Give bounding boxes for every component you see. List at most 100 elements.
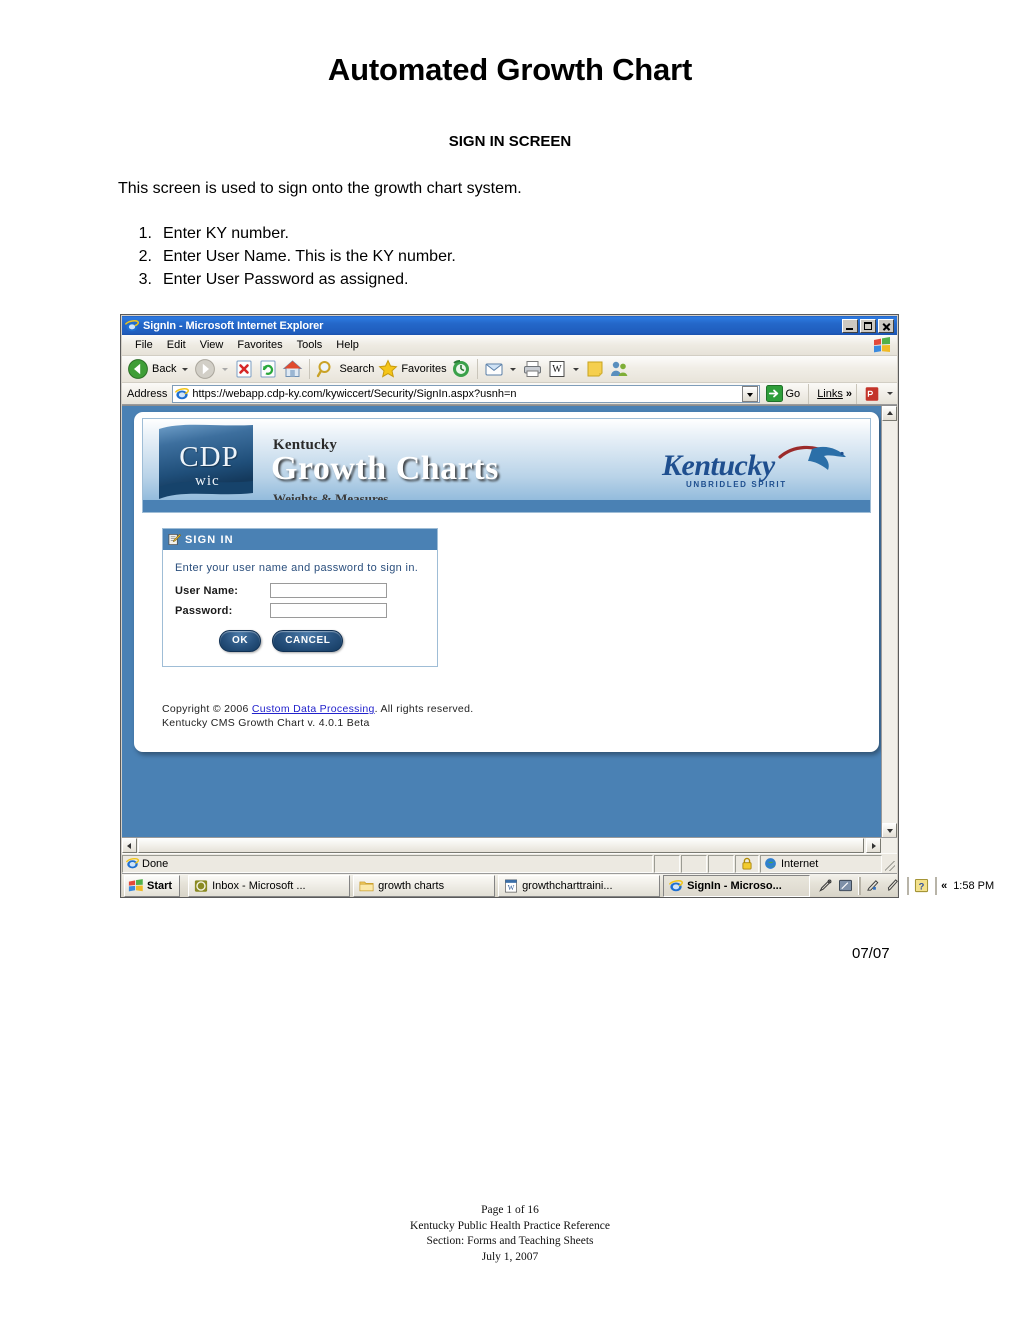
pdf-dropdown-caret[interactable] — [887, 392, 893, 395]
menu-item-edit[interactable]: Edit — [160, 338, 193, 352]
windows-taskbar: Start Inbox - Microsoft ... growth chart… — [122, 873, 994, 897]
refresh-button[interactable] — [256, 357, 280, 381]
list-item-label: Enter User Name. This is the KY number. — [163, 248, 456, 265]
resize-grip[interactable] — [883, 855, 897, 873]
history-button[interactable] — [449, 357, 473, 381]
status-cell-1 — [654, 854, 680, 873]
taskbar-item-growthcharttraining[interactable]: W growthcharttraini... — [498, 874, 661, 897]
pdf-toolbar-icon[interactable] — [861, 382, 883, 406]
intro-paragraph: This screen is used to sign onto the gro… — [118, 180, 522, 197]
notes-button[interactable] — [583, 357, 607, 381]
favorites-button[interactable]: Favorites — [376, 357, 448, 381]
tray-expand-chevron-icon[interactable]: « — [941, 880, 947, 892]
status-bar: Done Internet — [122, 853, 897, 873]
security-zone-cell[interactable]: Internet — [760, 854, 882, 873]
user-name-input[interactable] — [270, 583, 387, 598]
go-button-label: Go — [785, 387, 801, 400]
toolbar-separator — [476, 359, 478, 379]
windows-flag-icon — [871, 336, 893, 355]
list-item: 2. Enter User Name. This is the KY number… — [118, 245, 456, 268]
address-bar: Address https://webapp.cdp-ky.com/kywicc… — [122, 383, 897, 405]
favorites-button-label: Favorites — [401, 363, 447, 375]
scroll-up-arrow-icon[interactable] — [882, 406, 897, 421]
vertical-scrollbar[interactable] — [881, 406, 897, 837]
search-button[interactable]: Search — [314, 357, 376, 381]
list-item-number: 3. — [138, 271, 152, 288]
kentucky-logo-text: Kentucky — [662, 449, 775, 482]
print-button[interactable] — [520, 357, 545, 381]
scroll-down-arrow-icon[interactable] — [882, 823, 897, 837]
go-button[interactable]: Go — [765, 385, 801, 402]
list-item-label: Enter KY number. — [163, 225, 289, 242]
menu-item-file[interactable]: File — [128, 338, 160, 352]
back-dropdown-caret[interactable] — [182, 367, 189, 371]
mail-dropdown-caret[interactable] — [509, 367, 516, 371]
list-item: 1. Enter KY number. — [118, 222, 456, 245]
word-icon: W — [505, 879, 518, 892]
close-button[interactable] — [878, 318, 894, 333]
scroll-left-arrow-icon[interactable] — [122, 838, 137, 853]
address-input[interactable]: https://webapp.cdp-ky.com/kywiccert/Secu… — [172, 384, 760, 403]
tray-icon-group-1 — [813, 878, 858, 893]
instruction-list: 1. Enter KY number. 2. Enter User Name. Th… — [118, 222, 456, 291]
taskbar-item-label: growthcharttraini... — [522, 879, 613, 892]
mail-button[interactable] — [482, 357, 506, 381]
tablet-input-icon[interactable] — [838, 878, 853, 893]
eraser-icon[interactable] — [886, 878, 901, 893]
status-cell-2 — [681, 854, 707, 873]
horizontal-scroll-thumb[interactable] — [138, 838, 864, 853]
ie-icon — [669, 879, 684, 891]
list-item-label: Enter User Password as assigned. — [163, 271, 409, 288]
list-item-number: 2. — [138, 248, 152, 265]
edit-in-word-button[interactable]: W — [545, 357, 569, 381]
forward-dropdown-caret[interactable] — [222, 367, 229, 371]
links-button[interactable]: Links » — [817, 388, 852, 400]
taskbar-item-inbox[interactable]: Inbox - Microsoft ... — [188, 874, 351, 897]
internet-explorer-icon — [125, 319, 139, 333]
footer-section: Section: Forms and Teaching Sheets — [426, 1235, 594, 1247]
menu-item-view[interactable]: View — [193, 338, 231, 352]
maximize-button[interactable] — [860, 318, 876, 333]
footer-page-number: Page 1 of 16 — [481, 1204, 539, 1216]
pencil-form-icon — [168, 533, 182, 546]
cancel-button[interactable]: CANCEL — [272, 630, 344, 652]
forward-button[interactable] — [192, 357, 218, 381]
site-banner: CDP wic Kentucky Growth Charts Weights &… — [142, 418, 871, 513]
stop-button[interactable] — [232, 357, 256, 381]
start-button[interactable]: Start — [124, 874, 181, 897]
minimize-button[interactable] — [842, 318, 858, 333]
menu-item-help[interactable]: Help — [329, 338, 366, 352]
search-button-label: Search — [339, 363, 375, 375]
messenger-button[interactable] — [607, 357, 632, 381]
address-dropdown-button[interactable] — [741, 385, 758, 402]
back-button[interactable]: Back — [125, 357, 178, 381]
taskbar-item-signin[interactable]: SignIn - Microso... — [663, 874, 811, 897]
address-url-text: https://webapp.cdp-ky.com/kywiccert/Secu… — [192, 387, 517, 400]
sign-in-button-row: OK CANCEL — [175, 630, 425, 652]
highlighter-icon[interactable] — [866, 878, 881, 893]
pen-tool-icon[interactable] — [818, 878, 833, 893]
outlook-icon — [194, 879, 208, 892]
menu-item-tools[interactable]: Tools — [290, 338, 330, 352]
edit-dropdown-caret[interactable] — [572, 367, 579, 371]
ok-button[interactable]: OK — [219, 630, 262, 652]
taskbar-clock-area[interactable]: « 1:58 PM — [937, 880, 1000, 892]
custom-data-processing-link[interactable]: Custom Data Processing — [252, 703, 375, 715]
lock-icon — [742, 857, 752, 870]
revision-date: 07/07 — [852, 945, 890, 962]
links-overflow-icon[interactable]: » — [846, 388, 852, 400]
menu-item-favorites[interactable]: Favorites — [230, 338, 289, 352]
list-item: 3. Enter User Password as assigned. — [118, 268, 456, 291]
password-input[interactable] — [270, 603, 387, 618]
horizontal-scrollbar[interactable] — [122, 837, 897, 853]
copyright-block: Copyright © 2006 Custom Data Processing.… — [162, 702, 473, 730]
help-icon[interactable]: ? — [914, 878, 929, 893]
window-title-bar: SignIn - Microsoft Internet Explorer — [122, 316, 897, 335]
home-button[interactable] — [280, 357, 305, 381]
sign-in-panel-title: SIGN IN — [185, 533, 234, 546]
scroll-right-arrow-icon[interactable] — [866, 838, 881, 853]
sign-in-panel: SIGN IN Enter your user name and passwor… — [162, 528, 438, 667]
browser-window-screenshot: SignIn - Microsoft Internet Explorer Fil… — [120, 314, 994, 898]
taskbar-item-growth-charts[interactable]: growth charts — [353, 874, 496, 897]
browser-toolbar: Back Search Favorites W — [122, 356, 897, 383]
